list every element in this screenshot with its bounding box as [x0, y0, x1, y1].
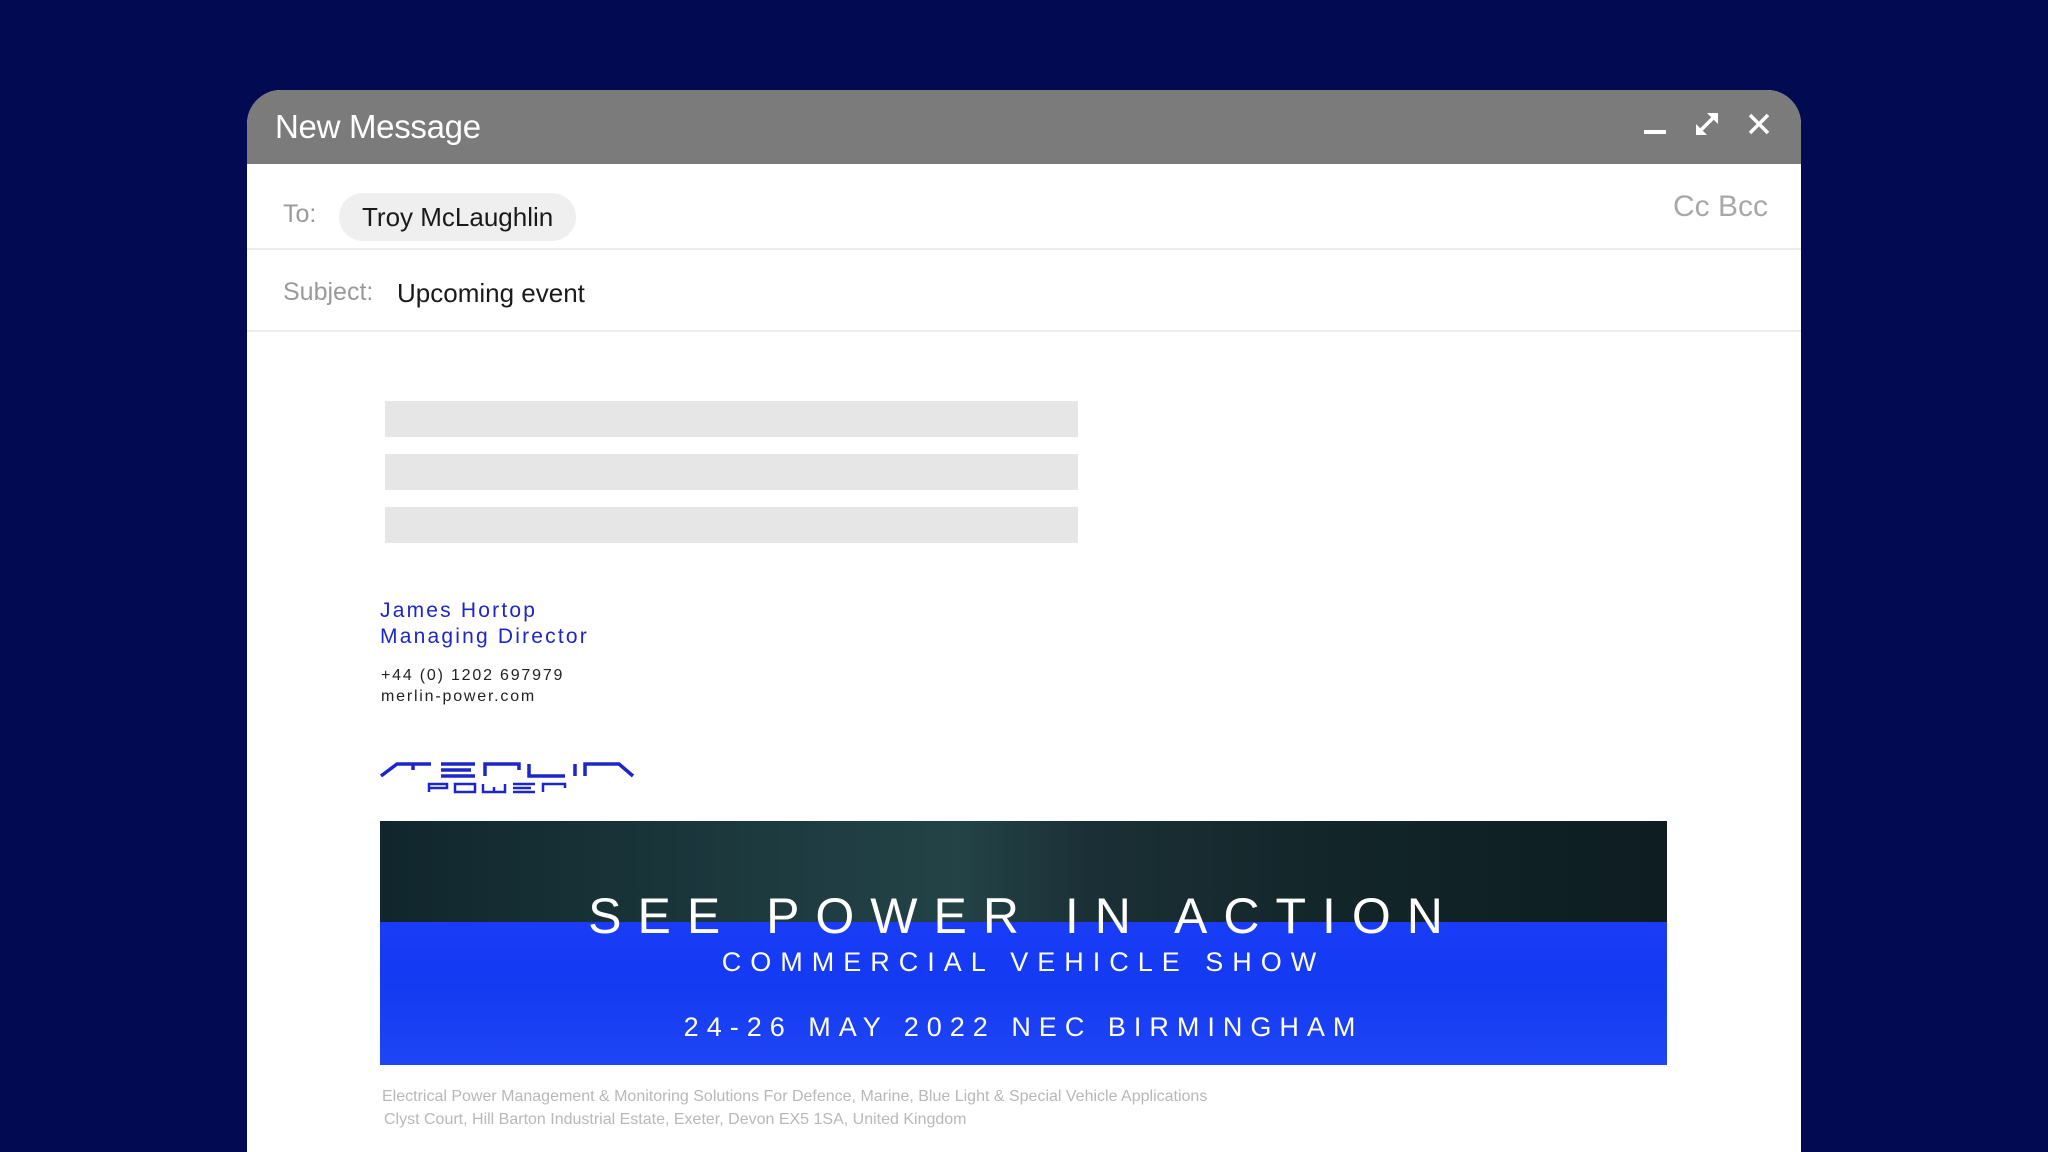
- minimize-icon: [1644, 130, 1666, 134]
- compose-title: New Message: [275, 108, 481, 145]
- subject-input[interactable]: Upcoming event: [397, 278, 585, 309]
- compose-titlebar: New Message: [247, 90, 1801, 164]
- close-button[interactable]: [1739, 104, 1779, 144]
- to-field-row[interactable]: To: Troy McLaughlin Cc Bcc: [247, 164, 1801, 250]
- placeholder-text-line: [385, 454, 1078, 490]
- banner-headline: SEE POWER IN ACTION: [588, 888, 1459, 944]
- cc-bcc-links: Cc Bcc: [1673, 190, 1768, 224]
- maximize-button[interactable]: [1687, 104, 1727, 144]
- minimize-button[interactable]: [1635, 104, 1675, 144]
- to-label: To:: [283, 200, 317, 228]
- signature-website[interactable]: merlin-power.com: [381, 688, 536, 706]
- signature-name: James Hortop: [380, 599, 538, 622]
- banner-subheadline: COMMERCIAL VEHICLE SHOW: [721, 947, 1326, 977]
- footer-tagline: Electrical Power Management & Monitoring…: [382, 1088, 1208, 1105]
- expand-icon: [1695, 112, 1719, 136]
- subject-field-row[interactable]: Subject: Upcoming event: [247, 248, 1801, 332]
- footer-address: Clyst Court, Hill Barton Industrial Esta…: [384, 1111, 967, 1128]
- merlin-power-logo: [379, 762, 635, 794]
- close-icon: [1748, 113, 1770, 135]
- event-banner[interactable]: SEE POWER IN ACTION COMMERCIAL VEHICLE S…: [380, 821, 1667, 1065]
- recipient-chip[interactable]: Troy McLaughlin: [339, 193, 577, 241]
- bcc-link[interactable]: Bcc: [1718, 190, 1768, 223]
- placeholder-text-line: [385, 507, 1078, 543]
- subject-label: Subject:: [283, 278, 374, 306]
- banner-dates: 24-26 MAY 2022 NEC BIRMINGHAM: [683, 1012, 1364, 1042]
- compose-window: New Message To: Troy McLaughlin Cc Bcc S…: [247, 90, 1801, 1152]
- signature-phone: +44 (0) 1202 697979: [381, 667, 565, 684]
- placeholder-text-line: [385, 401, 1078, 437]
- signature-role: Managing Director: [380, 625, 589, 648]
- cc-link[interactable]: Cc: [1673, 190, 1710, 223]
